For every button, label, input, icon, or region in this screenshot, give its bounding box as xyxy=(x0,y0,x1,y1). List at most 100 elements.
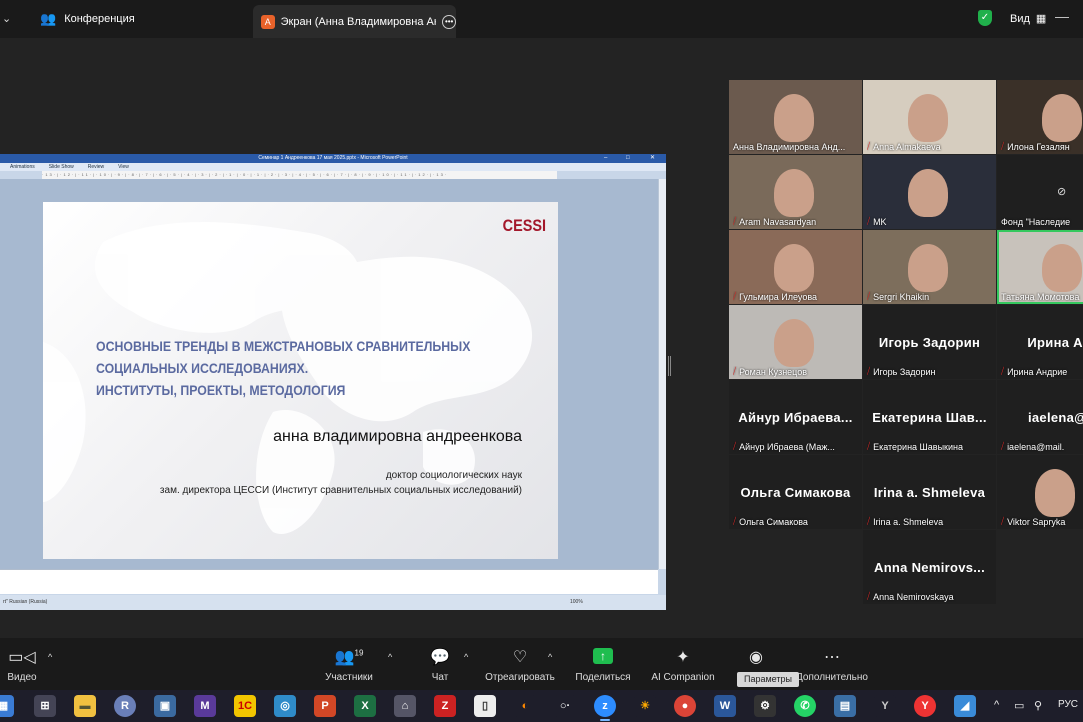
zoom-app-icon[interactable]: z xyxy=(594,695,616,721)
security-shield-icon[interactable]: ✓ xyxy=(978,10,992,26)
chat-button[interactable]: 💬 Чат xyxy=(425,647,455,683)
participant-tile[interactable]: Ирина Анд ⧸Ирина Андрие xyxy=(997,305,1083,379)
language-indicator[interactable]: РУС xyxy=(1058,699,1078,710)
minimize-icon[interactable]: — xyxy=(1055,8,1069,24)
participant-tile[interactable]: Татьяна Момотова xyxy=(997,230,1083,304)
participant-tile[interactable]: Anna Nemirovs... ⧸ Anna Nemirovskaya xyxy=(863,530,996,604)
participants-options-caret[interactable]: ^ xyxy=(388,652,392,662)
settings-app-icon[interactable]: ⚙ xyxy=(754,695,776,717)
tray-app-icon[interactable]: ◢ xyxy=(954,695,976,717)
ai-companion-button[interactable]: ✦ AI Companion xyxy=(650,647,716,683)
onec-app-icon[interactable]: 1С xyxy=(234,695,256,717)
tray-chevron-icon[interactable]: ^ xyxy=(994,699,999,711)
participant-name-label: Анна Владимировна Анд... xyxy=(733,142,860,152)
participant-name-label: ⧸ Айнур Ибраева (Маж... xyxy=(733,441,860,452)
participant-name-label: ⧸ MK xyxy=(867,216,994,227)
participant-tile[interactable]: Анна Владимировна Анд... xyxy=(729,80,862,154)
participant-tile[interactable]: Екатерина Шав... ⧸ Екатерина Шавыкина xyxy=(863,380,996,454)
chrome-app-icon[interactable]: ● xyxy=(674,695,696,717)
explorer-app-icon[interactable]: ▬ xyxy=(74,695,96,717)
splitter-handle[interactable] xyxy=(668,356,671,376)
participant-name-label: ⧸ Илона Гезалян xyxy=(1001,141,1083,152)
mic-muted-icon: ⧸ xyxy=(733,441,737,451)
react-options-caret[interactable]: ^ xyxy=(548,652,552,662)
participant-tile[interactable]: ⊘ Фонд "Наследие xyxy=(997,155,1083,229)
participant-tile[interactable]: ⧸ Илона Гезалян xyxy=(997,80,1083,154)
mic-muted-icon: ⧸ xyxy=(867,216,871,226)
z-app-icon[interactable]: Z xyxy=(434,695,456,717)
mic-muted-icon: ⧸ xyxy=(867,441,871,451)
participant-tile[interactable]: ⧸ Гульмира Илеуова xyxy=(729,230,862,304)
participant-tile[interactable]: Irina a. Shmeleva ⧸ Irina a. Shmeleva xyxy=(863,455,996,529)
more-icon: ⋯ xyxy=(824,649,840,666)
record-button[interactable]: ◉ xyxy=(742,647,770,667)
pc-app-icon[interactable]: ▤ xyxy=(834,695,856,717)
slide-degree: доктор социологических наук xyxy=(385,470,522,481)
photos-app-icon[interactable]: ◎ xyxy=(274,695,296,717)
participant-name: Фонд "Наследие xyxy=(1001,217,1071,227)
taskview-icon[interactable]: ⊞ xyxy=(34,695,56,717)
participant-tile[interactable]: ⧸ Aram Navasardyan xyxy=(729,155,862,229)
sun-app-icon[interactable]: ☀ xyxy=(634,695,656,717)
screen-share-tab[interactable]: А Экран (Анна Владимировна Ан, ••• xyxy=(253,5,456,38)
participant-video xyxy=(908,244,948,292)
network-app-icon[interactable]: ⌂ xyxy=(394,695,416,717)
ppt-maximize-icon: □ xyxy=(626,155,630,161)
screen-app-icon[interactable]: ▣ xyxy=(154,695,176,717)
yandex-app-icon[interactable]: Y xyxy=(914,695,936,717)
calc-app-icon[interactable]: ▦ xyxy=(0,695,14,717)
participant-tile[interactable]: Айнур Ибраева... ⧸ Айнур Ибраева (Маж... xyxy=(729,380,862,454)
participant-tile[interactable]: ⧸ Viktor Saprykа xyxy=(997,455,1083,529)
participant-name-label: ⧸ Ольга Симакова xyxy=(733,516,860,527)
more-button[interactable]: ⋯ Дополнительно xyxy=(792,647,872,683)
meeting-toolbar: ▭◁ Видео ^ 👥19 Участники ^ 💬 Чат ^ ♡ Отр… xyxy=(0,638,1083,690)
powerpoint-app-icon[interactable]: P xyxy=(314,695,336,717)
video-button[interactable]: ▭◁ Видео xyxy=(6,647,38,683)
m-app-icon[interactable]: M xyxy=(194,695,216,717)
participant-name: MK xyxy=(873,216,887,227)
react-button[interactable]: ♡ Отреагировать xyxy=(484,647,556,683)
participant-tile[interactable]: ⧸ MK xyxy=(863,155,996,229)
notepad-app-icon[interactable]: ▯ xyxy=(474,695,496,717)
tooltip: Параметры xyxy=(737,672,799,687)
participants-button[interactable]: 👥19 Участники xyxy=(320,647,378,683)
mic-muted-icon: ⧸ xyxy=(867,366,871,376)
chat-label: Чат xyxy=(431,672,449,683)
chat-options-caret[interactable]: ^ xyxy=(464,652,468,662)
meeting-tab[interactable]: 👥 Конференция xyxy=(40,11,135,27)
participant-name: Viktor Saprykа xyxy=(1007,516,1066,527)
y-app-icon[interactable]: Y xyxy=(874,695,896,717)
screen-share-tab-label: Экран (Анна Владимировна Ан, xyxy=(280,15,437,28)
more-options-icon[interactable]: ••• xyxy=(442,14,456,29)
mic-muted-icon: ⧸ xyxy=(1001,141,1005,151)
participant-tile[interactable]: ⧸ Sergri Khaikin xyxy=(863,230,996,304)
firefox-app-icon[interactable]: ◐ xyxy=(514,695,536,717)
network-icon[interactable]: ▭ xyxy=(1014,699,1024,712)
participant-name-label: ⧸ Sergri Khaikin xyxy=(867,291,994,302)
react-label: Отреагировать xyxy=(485,672,555,683)
view-button[interactable]: Вид ▦ xyxy=(1010,12,1047,26)
participant-tile[interactable]: iaelena@m ⧸iaelena@mail. xyxy=(997,380,1083,454)
participant-display-name: Ирина Анд xyxy=(1027,335,1083,350)
participant-tile[interactable]: Ольга Симакова ⧸ Ольга Симакова xyxy=(729,455,862,529)
participant-tile[interactable]: Игорь Задорин ⧸ Игорь Задорин xyxy=(863,305,996,379)
whatsapp-app-icon[interactable]: ✆ xyxy=(794,695,816,717)
r-app-icon[interactable]: R xyxy=(114,695,136,717)
word-app-icon[interactable]: W xyxy=(714,695,736,717)
slide-author: анна владимировна андреенкова xyxy=(273,428,522,445)
obs-app-icon[interactable]: ○· xyxy=(554,695,576,717)
share-button[interactable]: ↑ Поделиться xyxy=(574,647,632,683)
mic-muted-icon: ⧸ xyxy=(733,291,737,301)
excel-app-icon[interactable]: X xyxy=(354,695,376,717)
grid-view-icon: ▦ xyxy=(1035,13,1047,25)
participant-tile[interactable]: ⧸ Anna Almakaeva xyxy=(863,80,996,154)
chevron-down-icon[interactable]: ⌄ xyxy=(2,12,11,25)
participant-display-name: Екатерина Шав... xyxy=(872,410,987,425)
participant-name-label: ⧸ Ирина Андрие xyxy=(1001,366,1083,377)
mic-muted-icon: ⧸ xyxy=(733,366,737,376)
wifi-icon[interactable]: ⚲ xyxy=(1034,699,1042,712)
participant-tile[interactable]: ⧸ Роман Кузнецов xyxy=(729,305,862,379)
participant-name-label: ⧸ Irina a. Shmeleva xyxy=(867,516,994,527)
participant-name: Гульмира Илеуова xyxy=(739,291,818,302)
video-options-caret[interactable]: ^ xyxy=(48,652,52,662)
